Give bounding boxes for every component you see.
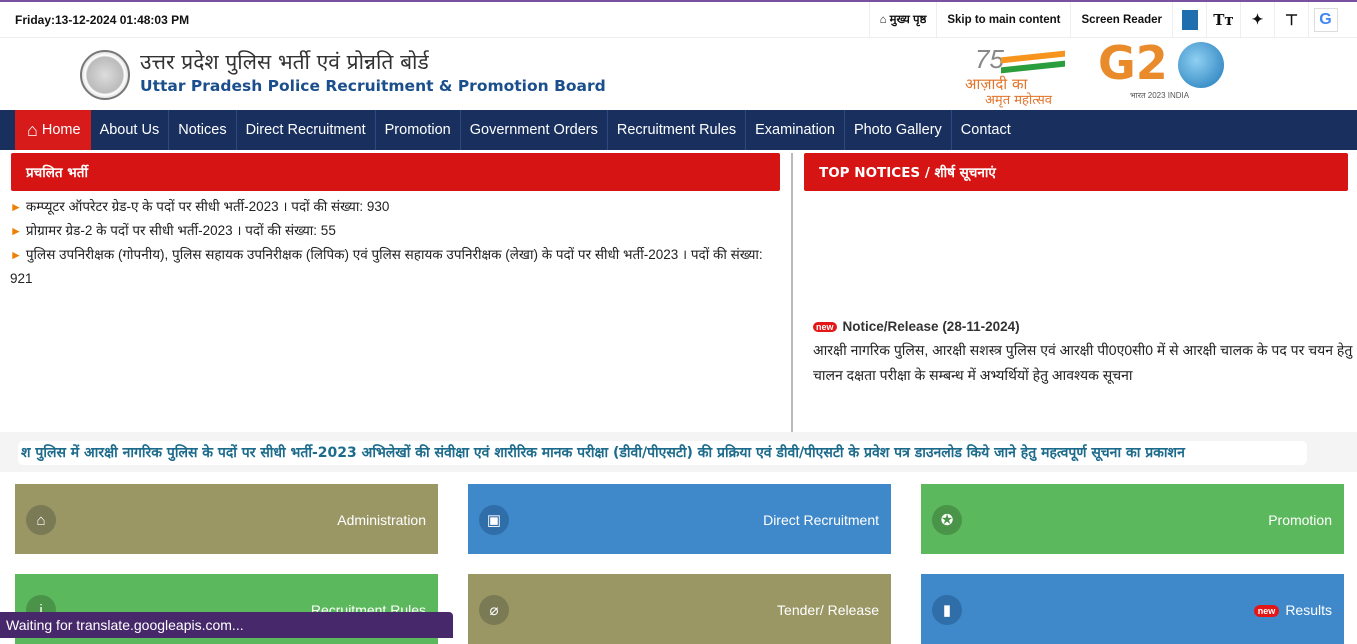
nav-promotion[interactable]: Promotion (376, 110, 461, 150)
top-notices-heading: TOP NOTICES / शीर्ष सूचनाएं (804, 153, 1348, 191)
paperclip-icon: ⌀ (479, 595, 509, 625)
g20-logo: G2 भारत 2023 INDIA (1098, 36, 1228, 106)
main-content: प्रचलित भर्ती ► कम्प्यूटर ऑपरेटर ग्रेड-ए … (0, 150, 1357, 433)
notice-title: Notice/Release (28-11-2024) (842, 319, 1020, 334)
site-header: उत्तर प्रदेश पुलिस भर्ती एवं प्रोन्नति ब… (0, 36, 1357, 110)
nav-government-orders[interactable]: Government Orders (461, 110, 608, 150)
top-bar: Friday:13-12-2024 01:48:03 PM ⌂ मुख्य पृष… (0, 1, 1357, 38)
nav-recruitment-rules[interactable]: Recruitment Rules (608, 110, 747, 150)
nav-home[interactable]: ⌂ Home (15, 110, 91, 150)
notice-text: आरक्षी नागरिक पुलिस, आरक्षी सशस्त्र पुलि… (813, 342, 1353, 383)
nav-photo-gallery[interactable]: Photo Gallery (845, 110, 952, 150)
social-button[interactable]: ✦ (1240, 1, 1274, 38)
contact-book-icon: ▣ (479, 505, 509, 535)
datetime: Friday:13-12-2024 01:48:03 PM (15, 12, 190, 27)
nav-about-us[interactable]: About Us (91, 110, 170, 150)
nav-contact[interactable]: Contact (952, 110, 1020, 150)
contrast-icon (1181, 9, 1198, 30)
tile-administration[interactable]: ⌂ Administration (15, 484, 438, 554)
new-badge-icon: new (1253, 605, 1280, 618)
board-emblem-logo[interactable] (80, 50, 130, 100)
google-translate-button[interactable]: G (1308, 1, 1342, 38)
sitemap-button[interactable]: ⊤ (1274, 1, 1308, 38)
news-ticker-container: श पुलिस में आरक्षी नागरिक पुलिस के पदों … (0, 432, 1357, 472)
current-recruitment-list: ► कम्प्यूटर ऑपरेटर ग्रेड-ए के पदों पर सीध… (10, 195, 786, 291)
home-icon: ⌂ (27, 119, 38, 140)
tile-tender-release[interactable]: ⌀ Tender/ Release (468, 574, 891, 644)
social-icon: ✦ (1251, 11, 1264, 27)
google-translate-icon: G (1313, 7, 1338, 32)
accessibility-bar: ⌂ मुख्य पृष्ठ Skip to main content Screen… (868, 1, 1342, 38)
home-icon: ⌂ (879, 13, 887, 26)
tile-direct-recruitment[interactable]: ▣ Direct Recruitment (468, 484, 891, 554)
column-divider (791, 153, 793, 432)
bookmark-icon: ▮ (932, 595, 962, 625)
screen-reader-link[interactable]: Screen Reader (1070, 1, 1172, 38)
text-size-icon: Tт (1213, 10, 1234, 29)
new-badge-icon: new (813, 321, 837, 332)
news-ticker[interactable]: श पुलिस में आरक्षी नागरिक पुलिस के पदों … (18, 441, 1307, 465)
sitemap-icon: ⊤ (1284, 11, 1299, 29)
list-item[interactable]: ► कम्प्यूटर ऑपरेटर ग्रेड-ए के पदों पर सीध… (10, 195, 786, 219)
arrow-icon: ► (10, 200, 22, 214)
list-item[interactable]: ► प्रोग्रामर ग्रेड-2 के पदों पर सीधी भर्त… (10, 219, 786, 243)
tile-results[interactable]: ▮ new Results (921, 574, 1344, 644)
medal-icon: ✪ (932, 505, 962, 535)
globe-icon (1178, 42, 1224, 88)
nav-notices[interactable]: Notices (169, 110, 237, 150)
current-recruitment-heading: प्रचलित भर्ती (11, 153, 780, 191)
browser-status-bar: Waiting for translate.googleapis.com... (0, 612, 453, 638)
arrow-icon: ► (10, 248, 22, 262)
skip-to-main-link[interactable]: Skip to main content (936, 1, 1070, 38)
text-size-button[interactable]: Tт (1206, 1, 1240, 38)
notice-item[interactable]: new Notice/Release (28-11-2024) आरक्षी ना… (813, 318, 1353, 388)
main-nav: ⌂ Home About Us Notices Direct Recruitmen… (0, 110, 1357, 150)
site-title-hindi: उत्तर प्रदेश पुलिस भर्ती एवं प्रोन्नति ब… (140, 50, 429, 74)
home-icon: ⌂ (26, 505, 56, 535)
site-title-english: Uttar Pradesh Police Recruitment & Promo… (140, 77, 606, 95)
nav-direct-recruitment[interactable]: Direct Recruitment (237, 110, 376, 150)
nav-examination[interactable]: Examination (746, 110, 845, 150)
arrow-icon: ► (10, 224, 22, 238)
azadi-ka-amrit-mahotsav-logo: 75 आज़ादी का अमृत महोत्सव (963, 44, 1083, 108)
tile-promotion[interactable]: ✪ Promotion (921, 484, 1344, 554)
contrast-button[interactable] (1172, 1, 1206, 38)
list-item[interactable]: ► पुलिस उपनिरीक्षक (गोपनीय), पुलिस सहायक … (10, 243, 786, 291)
home-link[interactable]: ⌂ मुख्य पृष्ठ (868, 1, 937, 38)
